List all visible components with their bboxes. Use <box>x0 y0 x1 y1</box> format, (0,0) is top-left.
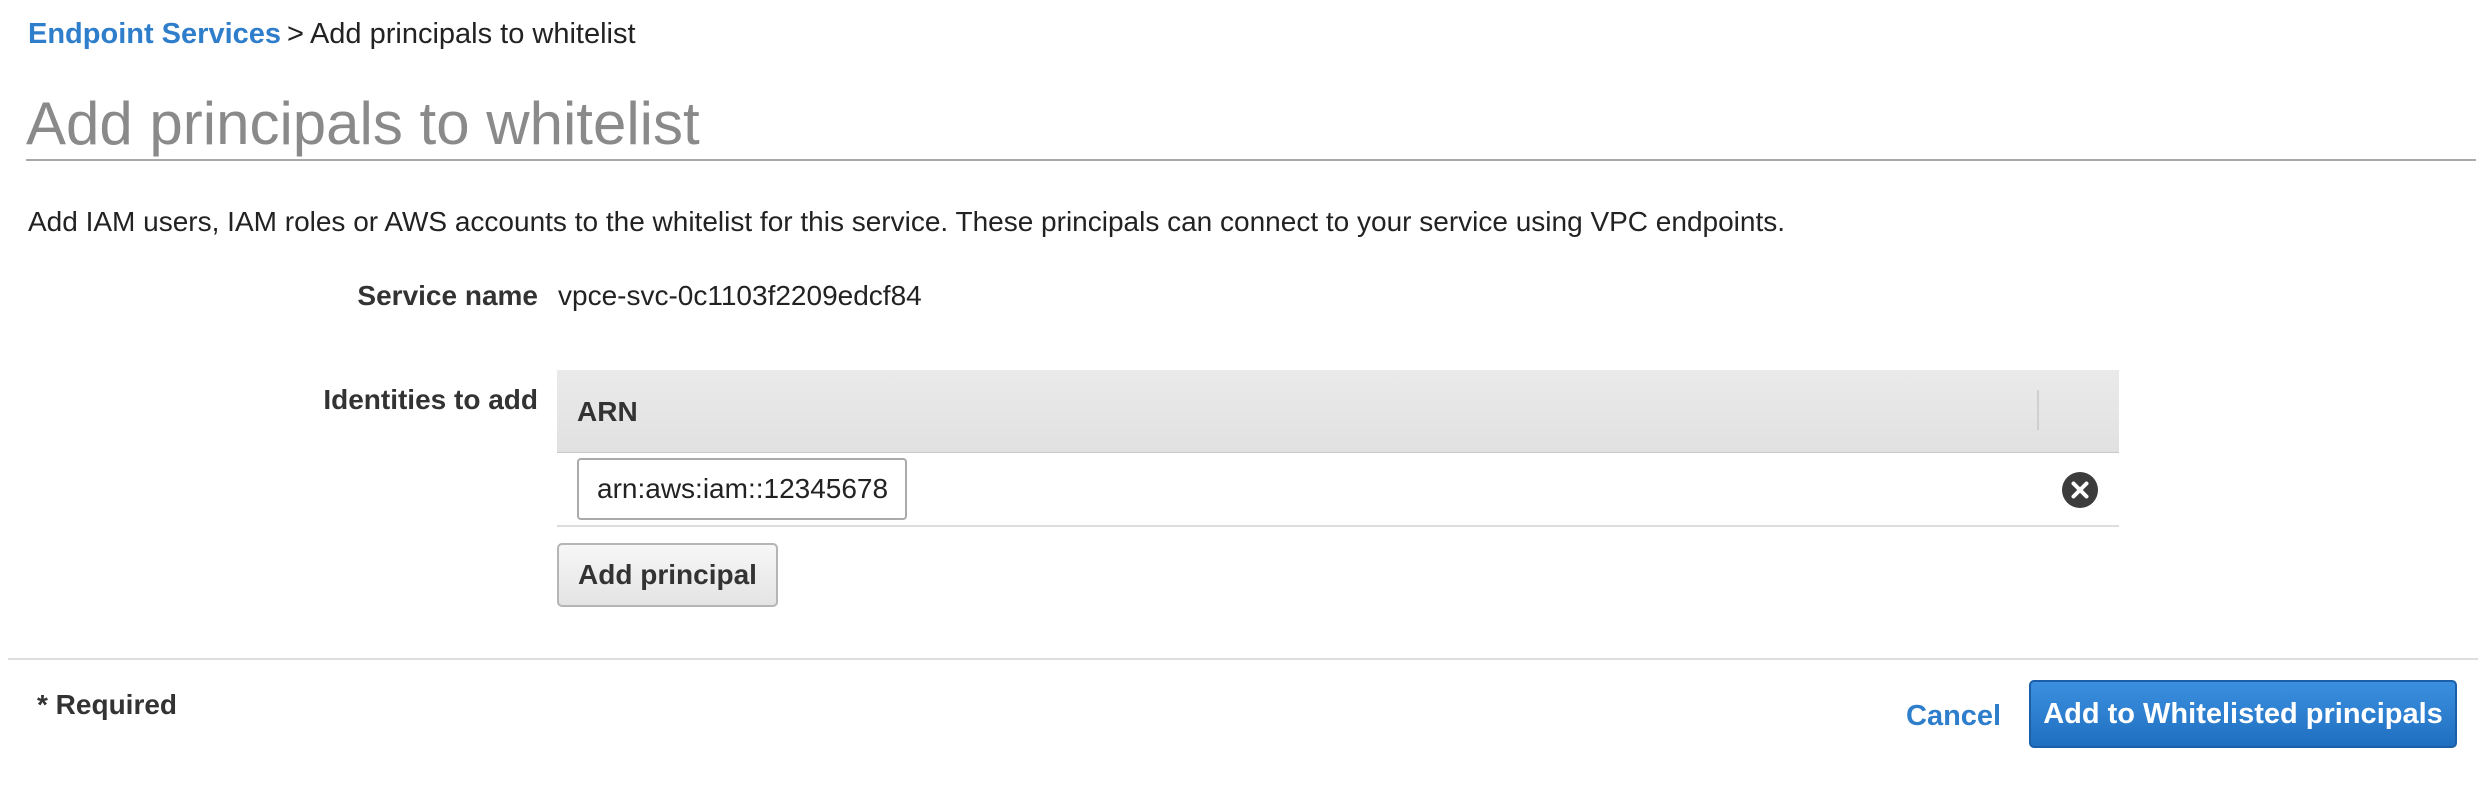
breadcrumb-separator: > <box>287 18 304 50</box>
add-to-whitelisted-principals-button[interactable]: Add to Whitelisted principals <box>2029 680 2457 748</box>
identities-table: ARN <box>557 370 2119 527</box>
title-divider <box>26 159 2476 161</box>
service-name-label: Service name <box>357 280 538 311</box>
table-row <box>557 453 2119 527</box>
table-header: ARN <box>557 370 2119 453</box>
identities-label: Identities to add <box>323 384 538 415</box>
page-description: Add IAM users, IAM roles or AWS accounts… <box>28 206 1786 237</box>
arn-input[interactable] <box>577 458 907 520</box>
breadcrumb-current: Add principals to whitelist <box>309 18 636 50</box>
remove-row-icon[interactable] <box>2062 472 2098 508</box>
page-title: Add principals to whitelist <box>26 90 700 157</box>
footer-divider <box>8 658 2478 660</box>
column-header-arn: ARN <box>577 396 638 427</box>
cancel-link[interactable]: Cancel <box>1906 696 2001 736</box>
add-principal-button[interactable]: Add principal <box>557 543 778 607</box>
column-divider <box>2037 390 2039 430</box>
breadcrumb: Endpoint Services > Add principals to whit… <box>28 14 636 54</box>
service-name-value: vpce-svc-0c1103f2209edcf84 <box>558 280 922 311</box>
breadcrumb-link-endpoint-services[interactable]: Endpoint Services <box>28 18 281 50</box>
required-note: * Required <box>37 689 178 720</box>
